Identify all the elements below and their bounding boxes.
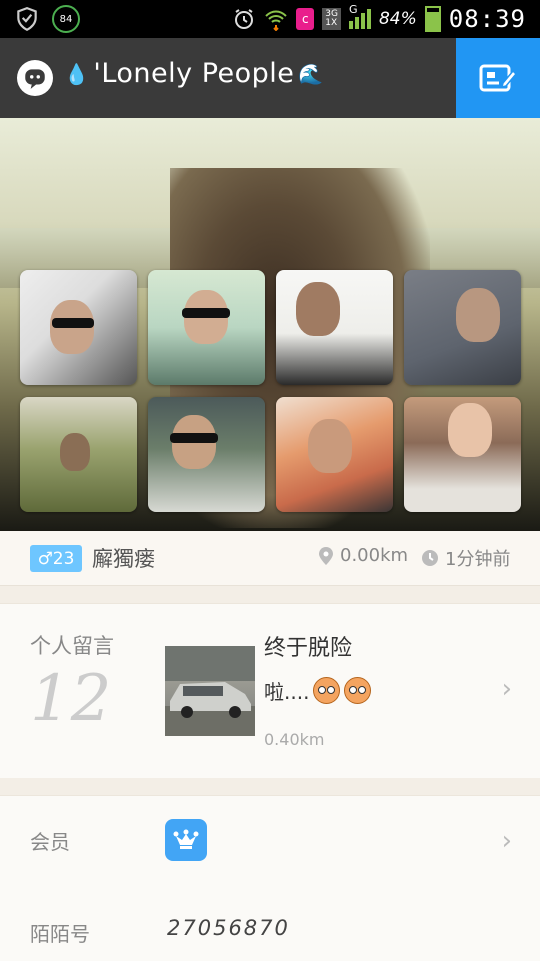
- profile-photo[interactable]: [276, 397, 393, 512]
- battery-saver-icon: 84: [52, 5, 80, 33]
- section-divider: [0, 586, 540, 603]
- profile-photo[interactable]: [20, 270, 137, 385]
- profile-photo[interactable]: [148, 397, 265, 512]
- profile-cover: [0, 118, 540, 531]
- momo-logo-icon[interactable]: [17, 60, 53, 96]
- signal-icon: G: [348, 3, 371, 29]
- page-title-text: 'Lonely People: [93, 58, 295, 89]
- battery-circle-value: 84: [59, 13, 73, 25]
- app-bar: 💧 'Lonely People 🌊: [0, 38, 540, 118]
- personal-message-label: 个人留言: [30, 634, 114, 658]
- message-thumbnail[interactable]: [165, 646, 255, 736]
- message-text-line2-value: 啦....: [264, 680, 310, 704]
- location-pin-icon: [319, 546, 333, 565]
- photo-grid: [20, 270, 521, 512]
- wifi-icon: [265, 10, 287, 31]
- page-title: 💧 'Lonely People 🌊: [64, 58, 324, 89]
- status-bar: 84 c 3G 1X G 84% 08:39: [0, 0, 540, 38]
- edit-card-icon: [479, 64, 517, 92]
- wave-icon: 🌊: [298, 61, 324, 86]
- momo-id-value: 27056870: [167, 916, 290, 940]
- shield-check-icon: [17, 7, 37, 32]
- section-divider: [0, 778, 540, 795]
- chevron-right-icon[interactable]: ›: [502, 674, 512, 704]
- gender-age-badge: ♂23: [30, 545, 82, 572]
- network-type-bottom: 1X: [325, 18, 338, 28]
- battery-percent: 84%: [378, 9, 417, 29]
- car-photo-icon: [165, 646, 255, 736]
- member-label: 会员: [30, 830, 70, 854]
- distance-info: 0.00km: [318, 545, 408, 566]
- profile-photo[interactable]: [404, 270, 521, 385]
- message-text-line2: 啦....: [264, 676, 372, 705]
- distance-text: 0.00km: [340, 545, 409, 566]
- app-notification-icon: c: [296, 8, 315, 30]
- last-active-text: 1分钟前: [445, 549, 511, 570]
- cute-face-emoji-icon: [313, 677, 341, 704]
- chevron-right-icon[interactable]: ›: [502, 826, 512, 856]
- signal-type-label: G: [348, 3, 358, 16]
- clock-icon: [422, 550, 438, 566]
- message-count: 12: [30, 662, 112, 736]
- chat-bubble-icon: [25, 69, 45, 89]
- profile-photo[interactable]: [20, 397, 137, 512]
- personal-message-section[interactable]: 个人留言 12 终于脱险 啦.... 0.40km ›: [0, 603, 540, 779]
- battery-fill: [426, 11, 439, 30]
- network-type-badge: 3G 1X: [322, 8, 341, 30]
- momo-id-label: 陌陌号: [30, 922, 90, 946]
- battery-icon: [424, 6, 441, 32]
- cute-face-emoji-icon: [344, 677, 372, 704]
- last-active-info: 1分钟前: [421, 545, 510, 571]
- profile-photo[interactable]: [148, 270, 265, 385]
- profile-photo[interactable]: [276, 270, 393, 385]
- user-name: 廨獨瘘: [92, 547, 155, 571]
- edit-profile-button[interactable]: [456, 38, 540, 118]
- profile-info-row: ♂23 廨獨瘘 0.00km 1分钟前: [0, 531, 540, 586]
- member-section[interactable]: 会员 › 陌陌号 27056870: [0, 795, 540, 961]
- gender-age-text: ♂23: [37, 548, 75, 569]
- message-text-line1: 终于脱险: [264, 636, 353, 661]
- crown-icon: [165, 819, 207, 861]
- clock: 08:39: [448, 5, 526, 33]
- water-drop-icon: 💧: [64, 61, 90, 86]
- message-distance: 0.40km: [264, 730, 325, 749]
- vip-crown-icon: [173, 829, 199, 849]
- alarm-icon: [235, 9, 254, 29]
- profile-photo[interactable]: [404, 397, 521, 512]
